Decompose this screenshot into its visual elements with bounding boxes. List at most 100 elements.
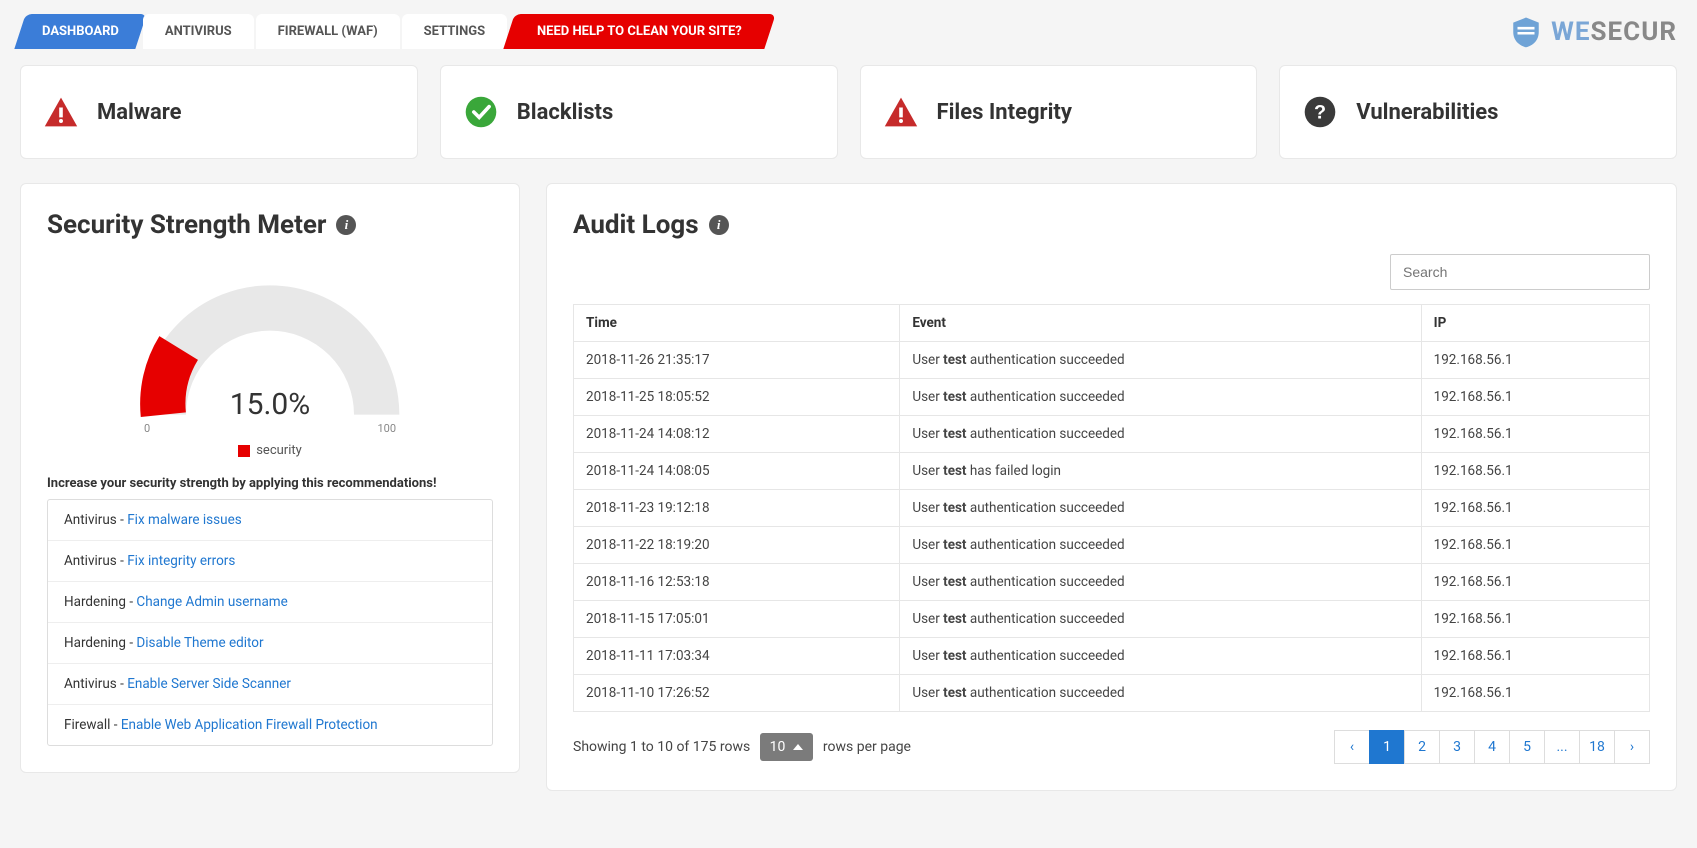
- cell-time: 2018-11-23 19:12:18: [574, 490, 900, 527]
- cell-ip: 192.168.56.1: [1421, 564, 1649, 601]
- audit-table: Time Event IP 2018-11-26 21:35:17User te…: [573, 304, 1650, 712]
- cell-time: 2018-11-10 17:26:52: [574, 675, 900, 712]
- tab-help[interactable]: NEED HELP TO CLEAN YOUR SITE?: [503, 14, 775, 49]
- page-prev[interactable]: ‹: [1334, 730, 1370, 764]
- cell-ip: 192.168.56.1: [1421, 342, 1649, 379]
- shield-logo-icon: [1509, 15, 1543, 49]
- tab-settings[interactable]: SETTINGS: [402, 14, 508, 49]
- table-row: 2018-11-24 14:08:05User test has failed …: [574, 453, 1650, 490]
- cell-time: 2018-11-24 14:08:12: [574, 416, 900, 453]
- cell-ip: 192.168.56.1: [1421, 453, 1649, 490]
- cell-time: 2018-11-16 12:53:18: [574, 564, 900, 601]
- rows-per-page-select[interactable]: 10: [760, 733, 814, 761]
- table-row: 2018-11-26 21:35:17User test authenticat…: [574, 342, 1650, 379]
- recommendations-heading: Increase your security strength by apply…: [47, 476, 493, 491]
- cell-event: User test has failed login: [900, 453, 1421, 490]
- col-time[interactable]: Time: [574, 305, 900, 342]
- recommendation-link[interactable]: Fix malware issues: [127, 512, 242, 528]
- cell-ip: 192.168.56.1: [1421, 638, 1649, 675]
- recommendation-link[interactable]: Fix integrity errors: [127, 553, 235, 569]
- caret-up-icon: [793, 744, 803, 750]
- svg-text:?: ?: [1314, 101, 1326, 123]
- cell-event: User test authentication succeeded: [900, 379, 1421, 416]
- panel-title: Security Strength Meter i: [47, 210, 493, 240]
- table-row: 2018-11-23 19:12:18User test authenticat…: [574, 490, 1650, 527]
- status-row: Malware Blacklists Files Integrity ? Vul…: [0, 49, 1697, 175]
- cell-time: 2018-11-26 21:35:17: [574, 342, 900, 379]
- page-1[interactable]: 1: [1369, 730, 1405, 764]
- gauge-chart: 15.0%: [130, 268, 410, 428]
- table-row: 2018-11-16 12:53:18User test authenticat…: [574, 564, 1650, 601]
- gauge-legend: security: [238, 443, 302, 458]
- page-3[interactable]: 3: [1439, 730, 1475, 764]
- security-meter-panel: Security Strength Meter i 15.0% 0100 sec…: [20, 183, 520, 773]
- info-icon[interactable]: i: [709, 215, 729, 235]
- page-2[interactable]: 2: [1404, 730, 1440, 764]
- status-card-vulnerabilities[interactable]: ? Vulnerabilities: [1279, 65, 1677, 159]
- status-card-malware[interactable]: Malware: [20, 65, 418, 159]
- table-row: 2018-11-15 17:05:01User test authenticat…: [574, 601, 1650, 638]
- recommendation-item: Hardening - Disable Theme editor: [48, 623, 492, 664]
- cell-ip: 192.168.56.1: [1421, 675, 1649, 712]
- recommendation-item: Firewall - Enable Web Application Firewa…: [48, 705, 492, 745]
- cell-time: 2018-11-25 18:05:52: [574, 379, 900, 416]
- recommendation-item: Antivirus - Fix malware issues: [48, 500, 492, 541]
- status-label: Files Integrity: [937, 100, 1072, 125]
- page-next[interactable]: ›: [1614, 730, 1650, 764]
- table-row: 2018-11-10 17:26:52User test authenticat…: [574, 675, 1650, 712]
- cell-event: User test authentication succeeded: [900, 638, 1421, 675]
- recommendation-link[interactable]: Enable Web Application Firewall Protecti…: [121, 717, 378, 733]
- table-row: 2018-11-24 14:08:12User test authenticat…: [574, 416, 1650, 453]
- cell-time: 2018-11-15 17:05:01: [574, 601, 900, 638]
- brand-logo: WESECUR: [1509, 15, 1677, 49]
- pagination: ‹ 1 2 3 4 5 ... 18 ›: [1335, 730, 1650, 764]
- info-icon[interactable]: i: [336, 215, 356, 235]
- page-5[interactable]: 5: [1509, 730, 1545, 764]
- recommendation-link[interactable]: Change Admin username: [136, 594, 287, 610]
- cell-ip: 192.168.56.1: [1421, 527, 1649, 564]
- recommendations-list: Antivirus - Fix malware issuesAntivirus …: [47, 499, 493, 746]
- tab-firewall[interactable]: FIREWALL (WAF): [256, 14, 400, 49]
- cell-ip: 192.168.56.1: [1421, 379, 1649, 416]
- recommendation-link[interactable]: Enable Server Side Scanner: [127, 676, 291, 692]
- table-showing: Showing 1 to 10 of 175 rows 10 rows per …: [573, 733, 911, 761]
- cell-event: User test authentication succeeded: [900, 675, 1421, 712]
- check-circle-icon: [463, 94, 499, 130]
- table-row: 2018-11-22 18:19:20User test authenticat…: [574, 527, 1650, 564]
- cell-event: User test authentication succeeded: [900, 490, 1421, 527]
- audit-logs-panel: Audit Logs i Time Event IP 2018-11-26 21…: [546, 183, 1677, 791]
- tab-dashboard[interactable]: DASHBOARD: [14, 14, 146, 49]
- cell-event: User test authentication succeeded: [900, 342, 1421, 379]
- cell-time: 2018-11-11 17:03:34: [574, 638, 900, 675]
- recommendation-item: Antivirus - Fix integrity errors: [48, 541, 492, 582]
- page-4[interactable]: 4: [1474, 730, 1510, 764]
- page-ellipsis: ...: [1544, 730, 1580, 764]
- recommendation-item: Antivirus - Enable Server Side Scanner: [48, 664, 492, 705]
- status-label: Blacklists: [517, 100, 614, 125]
- panel-title: Audit Logs i: [573, 210, 1650, 240]
- status-label: Malware: [97, 100, 182, 125]
- cell-event: User test authentication succeeded: [900, 564, 1421, 601]
- status-card-integrity[interactable]: Files Integrity: [860, 65, 1258, 159]
- topbar: DASHBOARD ANTIVIRUS FIREWALL (WAF) SETTI…: [0, 0, 1697, 49]
- alert-triangle-icon: [43, 94, 79, 130]
- nav-tabs: DASHBOARD ANTIVIRUS FIREWALL (WAF) SETTI…: [20, 14, 772, 49]
- cell-ip: 192.168.56.1: [1421, 490, 1649, 527]
- status-card-blacklists[interactable]: Blacklists: [440, 65, 838, 159]
- cell-time: 2018-11-22 18:19:20: [574, 527, 900, 564]
- cell-time: 2018-11-24 14:08:05: [574, 453, 900, 490]
- table-row: 2018-11-25 18:05:52User test authenticat…: [574, 379, 1650, 416]
- col-ip[interactable]: IP: [1421, 305, 1649, 342]
- cell-ip: 192.168.56.1: [1421, 601, 1649, 638]
- table-row: 2018-11-11 17:03:34User test authenticat…: [574, 638, 1650, 675]
- cell-ip: 192.168.56.1: [1421, 416, 1649, 453]
- cell-event: User test authentication succeeded: [900, 416, 1421, 453]
- search-input[interactable]: [1390, 254, 1650, 290]
- page-last[interactable]: 18: [1579, 730, 1615, 764]
- cell-event: User test authentication succeeded: [900, 527, 1421, 564]
- gauge-value: 15.0%: [130, 387, 410, 422]
- tab-antivirus[interactable]: ANTIVIRUS: [143, 14, 254, 49]
- recommendation-link[interactable]: Disable Theme editor: [136, 635, 263, 651]
- col-event[interactable]: Event: [900, 305, 1421, 342]
- alert-triangle-icon: [883, 94, 919, 130]
